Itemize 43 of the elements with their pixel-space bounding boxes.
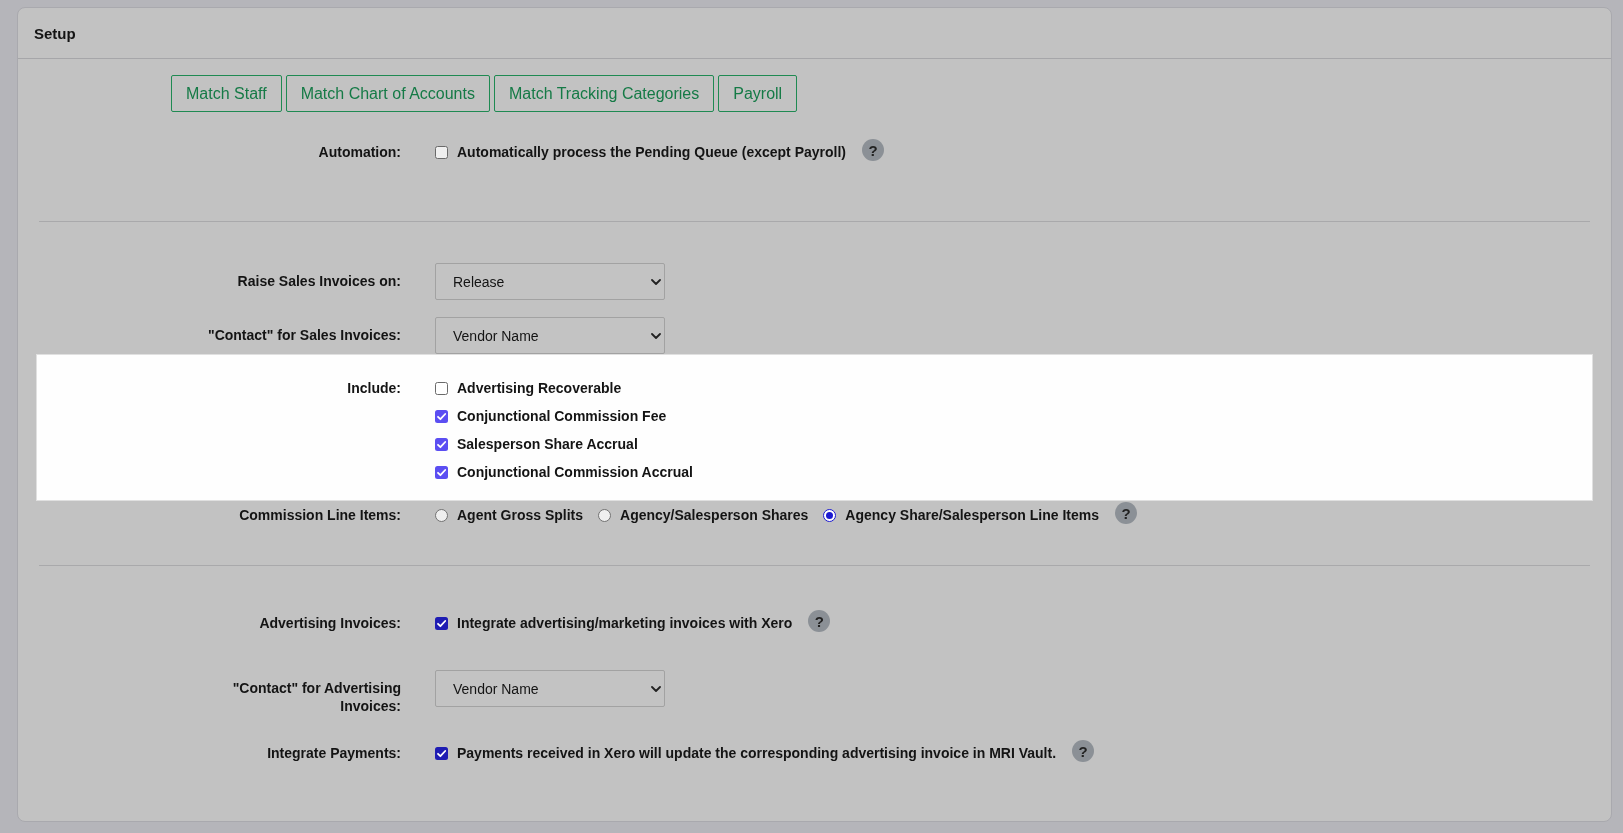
field-label: Automation: (318, 144, 401, 160)
chevron-down-icon (651, 685, 661, 692)
field-label: Raise Sales Invoices on: (237, 273, 401, 289)
action-button[interactable]: Match Tracking Categories (493, 75, 715, 112)
action-button[interactable]: Match Chart of Accounts (285, 75, 490, 112)
checkbox[interactable] (435, 465, 448, 479)
help-icon[interactable]: ? (862, 139, 884, 161)
field-label: Commission Line Items: (239, 507, 401, 523)
checkbox[interactable] (435, 409, 448, 423)
select-field[interactable]: Vendor Name (435, 317, 665, 354)
checkbox[interactable] (435, 616, 448, 630)
radio-button[interactable] (823, 508, 837, 522)
checkbox[interactable] (435, 381, 448, 395)
radio-button[interactable] (598, 508, 612, 522)
option-label: Agency/Salesperson Shares (620, 507, 809, 523)
option-label: Conjunctional Commission Accrual (457, 464, 693, 480)
select-field[interactable]: Vendor Name (435, 670, 665, 707)
action-button[interactable]: Match Staff (171, 75, 282, 112)
field-label: Advertising Invoices: (259, 615, 401, 631)
option-label: Integrate advertising/marketing invoices with Xero (457, 615, 793, 631)
radio-button[interactable] (435, 508, 448, 522)
help-icon[interactable]: ? (1115, 502, 1137, 524)
option-label: Conjunctional Commission Fee (457, 408, 667, 424)
action-button[interactable]: Payroll (718, 75, 798, 112)
panel-title: Setup (34, 24, 76, 42)
field-label: Include: (347, 380, 401, 396)
checkbox[interactable] (435, 145, 448, 159)
chevron-down-icon (651, 278, 661, 285)
help-icon[interactable]: ? (1072, 740, 1095, 762)
option-label: Agency Share/Salesperson Line Items (845, 507, 1099, 523)
field-label: Integrate Payments: (267, 745, 401, 761)
field-label: "Contact" for Sales Invoices: (208, 327, 401, 343)
option-label: Payments received in Xero will update the corresponding advertising invoice in MRI Vault. (457, 745, 1057, 761)
chevron-down-icon (651, 332, 661, 339)
checkbox[interactable] (435, 437, 448, 451)
help-icon[interactable]: ? (808, 610, 831, 632)
select-field[interactable]: Release (435, 263, 665, 300)
option-label: Agent Gross Splits (457, 507, 584, 523)
option-label: Salesperson Share Accrual (457, 436, 638, 452)
checkbox[interactable] (435, 746, 448, 760)
option-label: Automatically process the Pending Queue (except Payroll) (457, 144, 846, 160)
option-label: Advertising Recoverable (457, 380, 622, 396)
field-label: "Contact" for Advertising Invoices: (232, 680, 401, 714)
